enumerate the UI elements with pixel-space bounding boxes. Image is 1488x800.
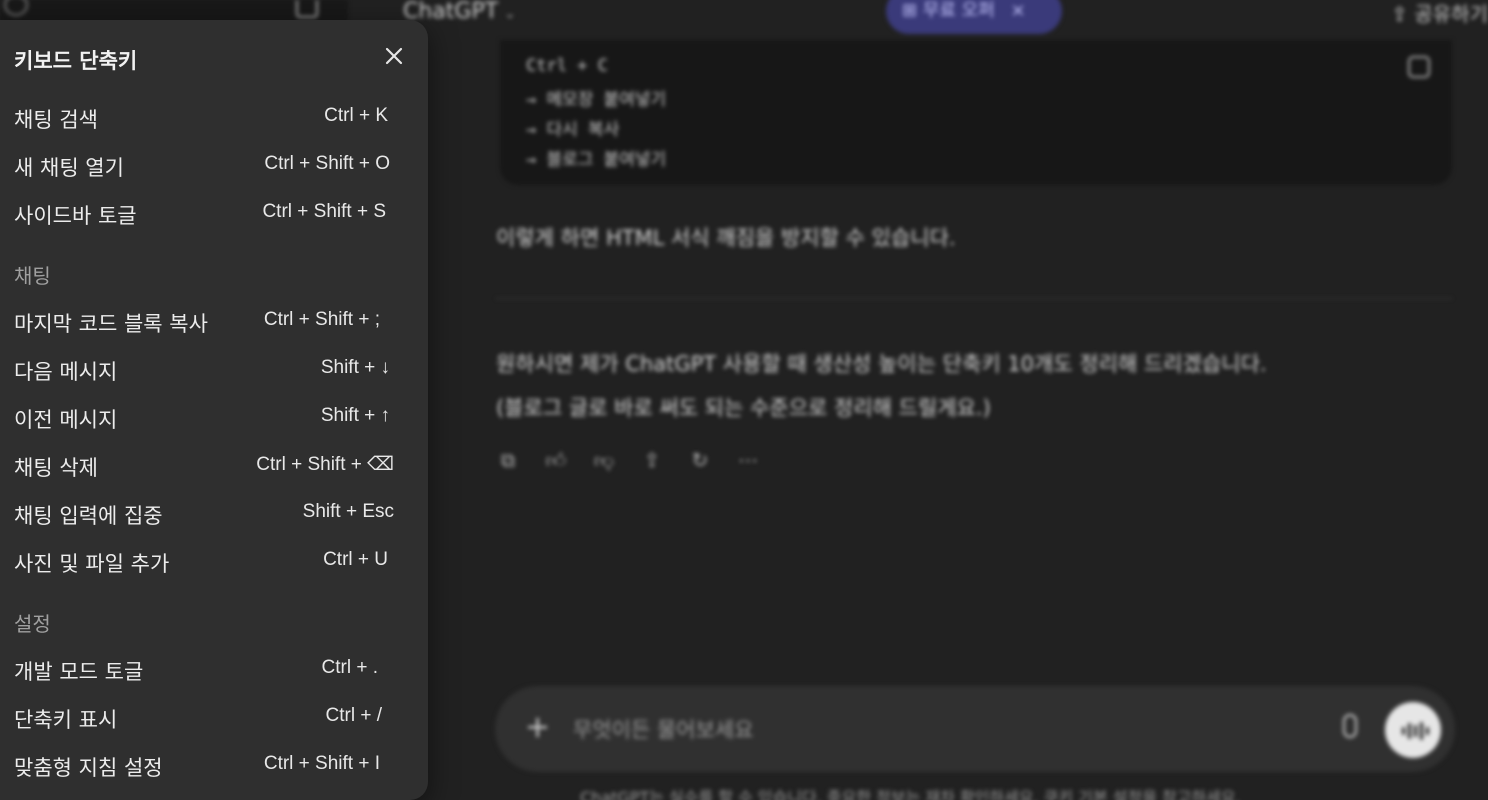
close-icon	[385, 47, 403, 65]
keyboard-shortcuts-dialog: 키보드 단축키 채팅 검색 Ctrl + K 새 채팅 열기 Ctrl + Sh…	[0, 20, 428, 800]
shortcut-keys: Shift + ↓	[320, 357, 390, 378]
code-line: Ctrl + C	[526, 56, 608, 76]
shortcut-label: 개발 모드 토글	[14, 660, 144, 684]
divider	[496, 298, 1452, 299]
dialog-title: 키보드 단축키	[14, 49, 138, 73]
shortcut-keys: Ctrl + /	[325, 705, 382, 726]
composer-input[interactable]: 무엇이든 물어보세요	[573, 714, 754, 744]
offer-close-icon[interactable]: ×	[1011, 0, 1026, 21]
shortcut-row-new-chat: 새 채팅 열기 Ctrl + Shift + O	[14, 148, 410, 184]
copy-icon[interactable]: ⧉	[496, 448, 520, 472]
code-block: Ctrl + C → 메모장 붙여넣기 → 다시 복사 → 블로그 붙여넣기	[500, 40, 1452, 185]
message-actions: ⧉ 👍︎ 👎︎ ⇪ ↻ ⋯	[496, 448, 760, 476]
shortcut-label: 새 채팅 열기	[14, 156, 124, 180]
shortcut-keys: Ctrl + Shift + S	[262, 201, 386, 222]
shortcut-label: 이전 메시지	[14, 408, 118, 432]
disclaimer: ChatGPT는 실수를 할 수 있습니다. 중요한 정보는 재차 확인하세요.…	[580, 788, 1241, 800]
shortcut-label: 채팅 삭제	[14, 456, 98, 480]
thumbs-down-icon[interactable]: 👎︎	[592, 448, 616, 472]
shortcut-keys: Ctrl + Shift + O	[264, 153, 390, 174]
shortcut-label: 단축키 표시	[14, 708, 118, 732]
shortcut-keys: Ctrl + K	[324, 105, 388, 126]
sidebar-toggle-icon[interactable]	[296, 0, 318, 18]
model-name: ChatGPT	[403, 0, 499, 24]
code-line: → 메모장 붙여넣기	[526, 90, 667, 110]
regenerate-icon[interactable]: ↻	[688, 448, 712, 472]
shortcut-label: 사이드바 토글	[14, 204, 137, 228]
shortcut-label: 채팅 검색	[14, 108, 98, 132]
logo-icon	[4, 0, 28, 16]
shortcut-label: 사진 및 파일 추가	[14, 552, 170, 576]
chevron-down-icon: ⌄	[504, 6, 516, 22]
shortcut-row-toggle-sidebar: 사이드바 토글 Ctrl + Shift + S	[14, 196, 410, 232]
shortcut-label: 다음 메시지	[14, 360, 118, 384]
shortcut-keys: Shift + ↑	[320, 405, 390, 426]
shortcut-keys: Ctrl + U	[323, 549, 388, 570]
free-offer-pill[interactable]: ⊞ 무료 오퍼 ×	[886, 0, 1062, 34]
code-line: → 블로그 붙여넣기	[526, 150, 667, 170]
upload-icon: ⇪	[1391, 2, 1415, 26]
section-heading-chat: 채팅	[14, 264, 51, 288]
shortcut-row-custom-instructions: 맞춤형 지침 설정 Ctrl + Shift + I	[14, 748, 410, 784]
offer-label: 무료 오퍼	[922, 0, 995, 21]
more-icon[interactable]: ⋯	[736, 448, 760, 472]
shortcut-row-previous-message: 이전 메시지 Shift + ↑	[14, 400, 410, 436]
shortcut-keys: Shift + Esc	[302, 501, 394, 522]
shortcut-row-search: 채팅 검색 Ctrl + K	[14, 100, 410, 136]
share-icon[interactable]: ⇪	[640, 448, 664, 472]
answer-paragraph: (블로그 글로 바로 써도 되는 수준으로 정리해 드릴게요.)	[496, 396, 991, 420]
close-button[interactable]	[380, 42, 408, 70]
thumbs-up-icon[interactable]: 👍︎	[544, 448, 568, 472]
microphone-icon[interactable]	[1343, 714, 1357, 738]
voice-mode-button[interactable]	[1385, 702, 1441, 758]
share-label: 공유하기	[1414, 2, 1488, 26]
shortcut-label: 마지막 코드 블록 복사	[14, 312, 208, 336]
shortcut-label: 맞춤형 지침 설정	[14, 756, 163, 780]
share-button[interactable]: ⇪ 공유하기	[1391, 0, 1488, 27]
waveform-icon	[1402, 722, 1429, 740]
shortcut-row-focus-input: 채팅 입력에 집중 Shift + Esc	[14, 496, 410, 532]
shortcut-row-show-shortcuts: 단축키 표시 Ctrl + /	[14, 700, 410, 736]
answer-paragraph: 이렇게 하면 HTML 서식 깨짐을 방지할 수 있습니다.	[496, 226, 956, 250]
shortcut-keys: Ctrl + Shift + ⌫	[256, 454, 394, 475]
code-line: → 다시 복사	[526, 120, 620, 140]
shortcut-keys: Ctrl + .	[321, 657, 378, 678]
plus-icon[interactable]: +	[525, 710, 550, 746]
shortcut-row-dev-mode: 개발 모드 토글 Ctrl + .	[14, 652, 410, 688]
answer-paragraph: 원하시면 제가 ChatGPT 사용할 때 생산성 높이는 단축키 10개도 정…	[496, 352, 1267, 376]
shortcut-row-next-message: 다음 메시지 Shift + ↓	[14, 352, 410, 388]
shortcut-row-add-files: 사진 및 파일 추가 Ctrl + U	[14, 544, 410, 580]
shortcut-label: 채팅 입력에 집중	[14, 504, 163, 528]
copy-code-icon[interactable]	[1408, 56, 1430, 78]
section-heading-settings: 설정	[14, 612, 51, 636]
shortcut-row-copy-code: 마지막 코드 블록 복사 Ctrl + Shift + ;	[14, 304, 410, 340]
top-bar: ChatGPT ⌄ ⊞ 무료 오퍼 × ⇪ 공유하기	[348, 0, 1488, 40]
shortcut-keys: Ctrl + Shift + I	[263, 753, 380, 774]
gift-icon: ⊞	[902, 0, 923, 21]
shortcut-keys: Ctrl + Shift + ;	[263, 309, 380, 330]
composer: + 무엇이든 물어보세요	[495, 686, 1455, 772]
shortcut-row-delete-chat: 채팅 삭제 Ctrl + Shift + ⌫	[14, 448, 410, 484]
